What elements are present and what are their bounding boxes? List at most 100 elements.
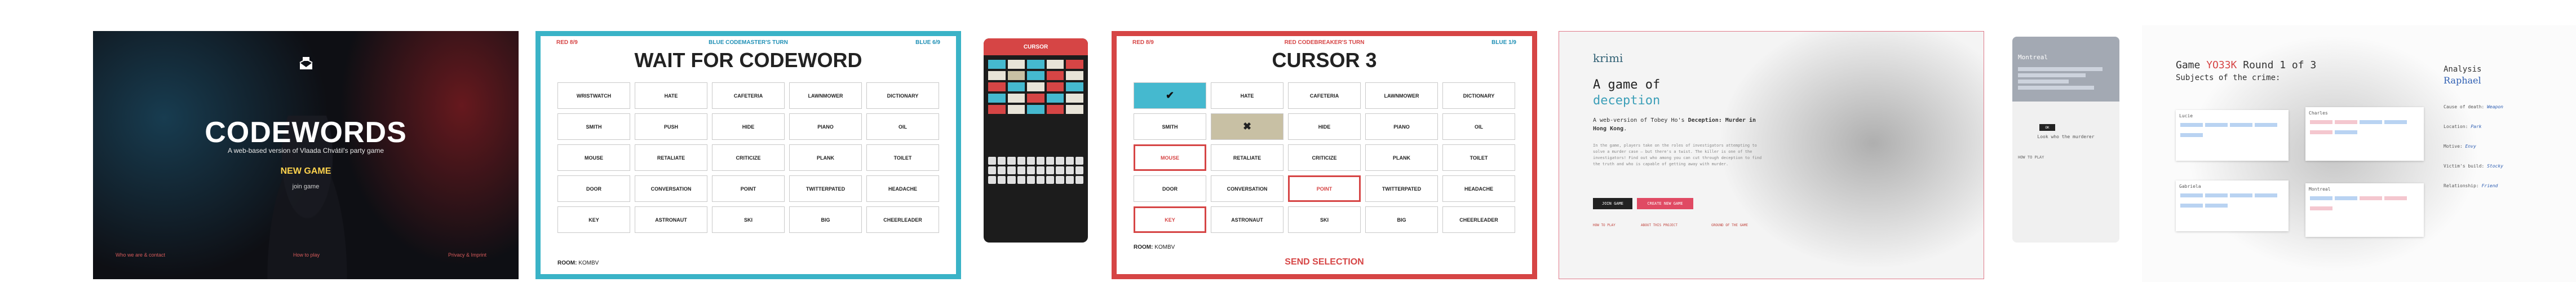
- phone-word-card[interactable]: [1066, 94, 1083, 103]
- keyboard-key[interactable]: [1026, 166, 1035, 174]
- phone-word-card[interactable]: [1066, 82, 1083, 91]
- keyboard-key[interactable]: [1046, 166, 1055, 174]
- word-card[interactable]: TWITTERPATED: [789, 175, 862, 202]
- row-value[interactable]: Stocky: [2487, 164, 2503, 169]
- how-to-play-link[interactable]: HOW TO PLAY: [2018, 155, 2044, 160]
- footer-link-privacy[interactable]: Privacy & Imprint: [448, 252, 486, 258]
- phone-word-card[interactable]: [988, 71, 1006, 80]
- word-card[interactable]: HATE: [635, 82, 707, 109]
- word-card[interactable]: SMITH: [1134, 113, 1206, 140]
- word-card[interactable]: MOUSE: [557, 144, 630, 171]
- join-game-link[interactable]: join game: [93, 183, 519, 190]
- keyboard-key[interactable]: [1036, 157, 1045, 165]
- footer-link-how-to-play[interactable]: How to play: [293, 252, 320, 258]
- word-card[interactable]: PLANK: [1365, 144, 1438, 171]
- word-card[interactable]: HATE: [1211, 82, 1283, 109]
- keyboard-key[interactable]: [1065, 176, 1074, 184]
- subject-card[interactable]: Charles: [2305, 107, 2424, 161]
- row-value[interactable]: Park: [2471, 124, 2481, 129]
- keyboard-key[interactable]: [1075, 157, 1083, 165]
- word-card[interactable]: CRITICIZE: [712, 144, 785, 171]
- word-card[interactable]: BIG: [789, 206, 862, 233]
- word-card[interactable]: LAWNMOWER: [1365, 82, 1438, 109]
- keyboard-key[interactable]: [1065, 157, 1074, 165]
- word-card[interactable]: WRISTWATCH: [557, 82, 630, 109]
- keyboard-key[interactable]: [988, 176, 997, 184]
- word-card[interactable]: PIANO: [789, 113, 862, 140]
- phone-word-card[interactable]: [1007, 71, 1025, 80]
- phone-word-card[interactable]: [1066, 71, 1083, 80]
- word-card[interactable]: SMITH: [557, 113, 630, 140]
- word-card[interactable]: CHEERLEADER: [866, 206, 939, 233]
- subject-card[interactable]: Montreal: [2305, 183, 2424, 237]
- keyboard-key[interactable]: [1026, 176, 1035, 184]
- keyboard-key[interactable]: [1007, 157, 1016, 165]
- phone-word-card[interactable]: [1007, 60, 1025, 69]
- word-card[interactable]: RETALIATE: [1211, 144, 1283, 171]
- phone-word-card[interactable]: [988, 60, 1006, 69]
- word-card[interactable]: DICTIONARY: [866, 82, 939, 109]
- keyboard-key[interactable]: [1046, 157, 1055, 165]
- phone-word-card[interactable]: [1027, 71, 1044, 80]
- word-card[interactable]: HEADACHE: [1442, 175, 1515, 202]
- phone-word-card[interactable]: [988, 94, 1006, 103]
- phone-word-card[interactable]: [1066, 105, 1083, 114]
- word-card[interactable]: KEY: [557, 206, 630, 233]
- word-card[interactable]: SKI: [1288, 206, 1361, 233]
- phone-word-card[interactable]: [988, 82, 1006, 91]
- word-card[interactable]: HEADACHE: [866, 175, 939, 202]
- ok-button[interactable]: OK: [2039, 124, 2055, 131]
- create-game-button[interactable]: CREATE NEW GAME: [1637, 198, 1693, 209]
- keyboard-key[interactable]: [1007, 176, 1016, 184]
- word-card[interactable]: OIL: [866, 113, 939, 140]
- keyboard-key[interactable]: [1017, 166, 1025, 174]
- phone-word-card[interactable]: [1027, 82, 1044, 91]
- word-card[interactable]: CAFETERIA: [1288, 82, 1361, 109]
- keyboard-key[interactable]: [1056, 176, 1064, 184]
- send-selection-button[interactable]: SEND SELECTION: [1117, 257, 1532, 267]
- row-value[interactable]: Friend: [2481, 183, 2498, 188]
- word-card[interactable]: PUSH: [635, 113, 707, 140]
- word-card[interactable]: OIL: [1442, 113, 1515, 140]
- about-project-link[interactable]: ABOUT THIS PROJECT: [1641, 223, 1678, 227]
- phone-word-card[interactable]: [1007, 105, 1025, 114]
- keyboard-key[interactable]: [1065, 166, 1074, 174]
- word-card[interactable]: LAWNMOWER: [789, 82, 862, 109]
- word-card[interactable]: ASTRONAUT: [1211, 206, 1283, 233]
- keyboard-key[interactable]: [1056, 166, 1064, 174]
- keyboard-key[interactable]: [1075, 166, 1083, 174]
- phone-word-card[interactable]: [1007, 82, 1025, 91]
- keyboard-key[interactable]: [998, 157, 1006, 165]
- word-card[interactable]: TOILET: [1442, 144, 1515, 171]
- word-card[interactable]: CONVERSATION: [635, 175, 707, 202]
- keyboard-key[interactable]: [1036, 166, 1045, 174]
- keyboard-key[interactable]: [988, 157, 997, 165]
- word-card[interactable]: MOUSE: [1134, 144, 1206, 171]
- word-card[interactable]: CAFETERIA: [712, 82, 785, 109]
- phone-word-card[interactable]: [1046, 60, 1064, 69]
- keyboard-key[interactable]: [1017, 157, 1025, 165]
- check-icon[interactable]: ✔: [1134, 82, 1206, 109]
- word-card[interactable]: RETALIATE: [635, 144, 707, 171]
- word-card[interactable]: POINT: [1288, 175, 1361, 202]
- row-value[interactable]: Envy: [2466, 144, 2476, 149]
- word-card[interactable]: HIDE: [712, 113, 785, 140]
- keyboard-key[interactable]: [1026, 157, 1035, 165]
- keyboard-key[interactable]: [1046, 176, 1055, 184]
- keyboard-key[interactable]: [1036, 176, 1045, 184]
- phone-word-card[interactable]: [1046, 82, 1064, 91]
- word-card[interactable]: CONVERSATION: [1211, 175, 1283, 202]
- phone-word-card[interactable]: [1027, 105, 1044, 114]
- word-card[interactable]: BIG: [1365, 206, 1438, 233]
- word-card[interactable]: DOOR: [1134, 175, 1206, 202]
- word-card[interactable]: DOOR: [557, 175, 630, 202]
- phone-word-card[interactable]: [1046, 71, 1064, 80]
- how-to-play-link[interactable]: HOW TO PLAY: [1593, 223, 1615, 227]
- phone-word-card[interactable]: [1046, 105, 1064, 114]
- subject-card[interactable]: Gabriela: [2176, 180, 2289, 231]
- keyboard-key[interactable]: [1056, 157, 1064, 165]
- word-card[interactable]: ASTRONAUT: [635, 206, 707, 233]
- keyboard-key[interactable]: [988, 166, 997, 174]
- word-card[interactable]: KEY: [1134, 206, 1206, 233]
- keyboard-key[interactable]: [998, 176, 1006, 184]
